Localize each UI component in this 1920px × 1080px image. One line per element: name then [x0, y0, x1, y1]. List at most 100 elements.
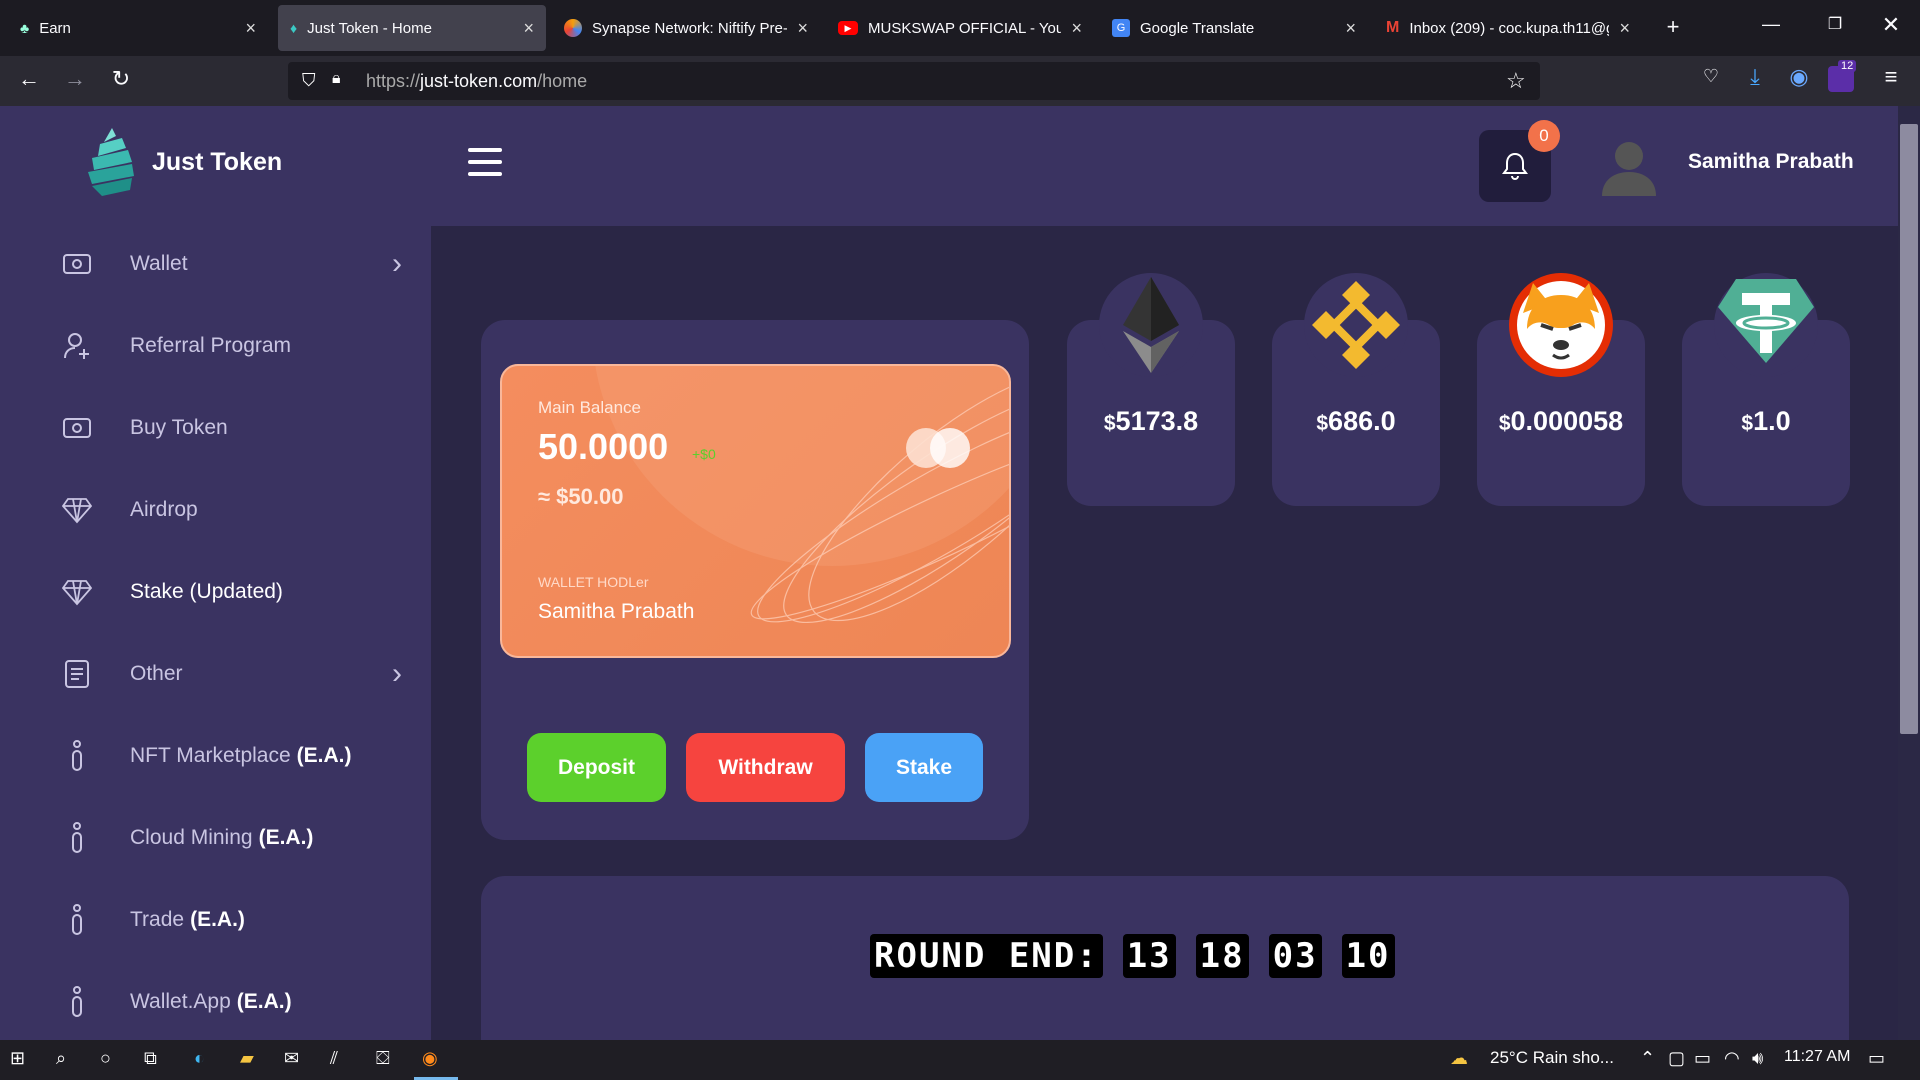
tab-earn[interactable]: ♣ Earn ×	[8, 5, 268, 51]
app-menu-icon[interactable]: ≡	[1876, 64, 1906, 90]
sidebar-item-cloud-mining[interactable]: Cloud Mining (E.A.)	[60, 810, 410, 866]
user-name[interactable]: Samitha Prabath	[1688, 150, 1854, 174]
stake-button[interactable]: Stake	[865, 733, 983, 802]
tab-synapse[interactable]: Synapse Network: Niftify Pre-P ×	[552, 5, 820, 51]
close-tab-icon[interactable]: ×	[523, 18, 534, 39]
close-tab-icon[interactable]: ×	[245, 18, 256, 39]
reload-icon[interactable]: ↻	[106, 66, 136, 92]
countdown-hours: 18	[1195, 934, 1249, 978]
edge-icon[interactable]: ◐	[194, 1048, 205, 1069]
currency-symbol: $	[1498, 412, 1511, 435]
sidebar-item-suffix: (E.A.)	[296, 744, 352, 767]
brand[interactable]: Just Token	[82, 126, 282, 198]
cortana-icon[interactable]: ○	[100, 1048, 111, 1069]
tab-title: Inbox (209) - coc.kupa.th11@g	[1409, 19, 1610, 37]
close-tab-icon[interactable]: ×	[1071, 18, 1082, 39]
battery-icon[interactable]: ▭	[1694, 1048, 1711, 1069]
diamond-icon	[60, 493, 94, 527]
sidebar-item-referral-program[interactable]: Referral Program	[60, 318, 410, 374]
sidebar-item-label: Referral Program	[130, 334, 292, 357]
sidebar-item-label: Stake (Updated)	[130, 580, 283, 603]
bookmark-star-icon[interactable]: ☆	[1506, 68, 1526, 94]
notification-center-icon[interactable]: ▭	[1868, 1048, 1885, 1069]
sidebar-item-other[interactable]: Other ›	[60, 646, 410, 702]
tab-title: Google Translate	[1140, 19, 1255, 37]
avatar[interactable]	[1600, 138, 1658, 196]
url-text: https://just-token.com/home	[366, 71, 587, 92]
mail-icon[interactable]: ✉	[284, 1048, 299, 1069]
usd-value: ≈ $50.00	[538, 484, 624, 509]
deposit-button[interactable]: Deposit	[527, 733, 666, 802]
task-view-icon[interactable]: ⧉	[144, 1048, 157, 1069]
tether-icon	[1714, 273, 1818, 377]
extension-globe-icon[interactable]: ◉	[1784, 64, 1814, 90]
ethereum-icon	[1099, 273, 1203, 377]
sidebar-item-suffix: (E.A.)	[236, 990, 292, 1013]
hamburger-menu-icon[interactable]	[468, 148, 502, 176]
tab-gmail[interactable]: M Inbox (209) - coc.kupa.th11@g ×	[1374, 5, 1642, 51]
forward-icon[interactable]: →	[60, 66, 90, 92]
youtube-favicon-icon: ▶	[838, 21, 858, 35]
extension-icon[interactable]: 12	[1828, 60, 1857, 92]
tray-meet-icon[interactable]: ▢	[1668, 1048, 1685, 1069]
price-value: 5173.8	[1115, 406, 1199, 436]
sidebar-item-buy-token[interactable]: Buy Token	[60, 400, 410, 456]
minimize-icon[interactable]: —	[1756, 14, 1786, 35]
sidebar-item-nft-marketplace[interactable]: NFT Marketplace (E.A.)	[60, 728, 410, 784]
url-bar[interactable]: ⛉ 🔒︎ https://just-token.com/home ☆	[288, 62, 1540, 100]
download-icon[interactable]: ⤓	[1740, 64, 1770, 90]
scrollbar-thumb[interactable]	[1900, 124, 1918, 734]
holder-name: Samitha Prabath	[538, 600, 695, 623]
window-close-icon[interactable]: ✕	[1876, 12, 1906, 38]
sidebar-item-stake-updated[interactable]: Stake (Updated)	[60, 564, 410, 620]
google-translate-favicon-icon: G	[1112, 19, 1130, 37]
shield-icon[interactable]: ⛉	[302, 70, 316, 91]
currency-symbol: $	[1741, 412, 1754, 435]
app-icon[interactable]: ⫽	[330, 1048, 338, 1069]
weather-text[interactable]: 25°C Rain sho...	[1490, 1048, 1614, 1068]
wifi-icon[interactable]: ◠	[1724, 1048, 1740, 1069]
volume-icon[interactable]: 🔊︎	[1752, 1048, 1763, 1069]
windows-start-icon[interactable]: ⊞	[10, 1048, 25, 1069]
just-token-favicon-icon: ♦	[290, 20, 298, 36]
currency-symbol: $	[1103, 412, 1116, 435]
lock-icon[interactable]: 🔒︎	[332, 70, 341, 88]
sidebar-item-wallet-app[interactable]: Wallet.App (E.A.)	[60, 974, 410, 1030]
back-icon[interactable]: ←	[14, 66, 44, 92]
tab-title: Just Token - Home	[307, 19, 432, 37]
price-value: 1.0	[1753, 406, 1791, 436]
info-icon	[60, 739, 94, 773]
restore-icon[interactable]: ❐	[1820, 14, 1850, 34]
store-icon[interactable]: ⛋	[376, 1048, 390, 1069]
tray-expand-icon[interactable]: ⌃	[1640, 1048, 1655, 1069]
sidebar-item-trade[interactable]: Trade (E.A.)	[60, 892, 410, 948]
withdraw-button[interactable]: Withdraw	[686, 733, 845, 802]
clock-time[interactable]: 11:27 AM	[1784, 1048, 1850, 1066]
close-tab-icon[interactable]: ×	[797, 18, 808, 39]
tab-google-translate[interactable]: G Google Translate ×	[1100, 5, 1368, 51]
top-bar	[431, 106, 1898, 226]
coin-price: $1.0	[1682, 406, 1850, 437]
firefox-icon[interactable]: ◉	[422, 1048, 438, 1069]
tab-youtube[interactable]: ▶ MUSKSWAP OFFICIAL - YouTub ×	[826, 5, 1094, 51]
sidebar-item-label: Wallet.App	[130, 990, 231, 1013]
sidebar-item-airdrop[interactable]: Airdrop	[60, 482, 410, 538]
close-tab-icon[interactable]: ×	[1345, 18, 1356, 39]
wallet-icon	[60, 247, 94, 281]
sidebar-item-label: Cloud Mining	[130, 826, 253, 849]
close-tab-icon[interactable]: ×	[1619, 18, 1630, 39]
synapse-favicon-icon	[564, 19, 582, 37]
new-tab-icon[interactable]: +	[1658, 14, 1688, 40]
balance-card: Main Balance 50.0000 +$0 ≈ $50.00 WALLET…	[500, 364, 1011, 658]
tab-title: Earn	[39, 19, 71, 37]
pocket-icon[interactable]: ♡	[1696, 66, 1726, 87]
main-balance-label: Main Balance	[538, 398, 642, 417]
sidebar-item-label: Trade	[130, 908, 185, 931]
weather-icon[interactable]: ☁	[1450, 1048, 1468, 1069]
file-explorer-icon[interactable]: ▰	[240, 1048, 254, 1069]
tab-just-token[interactable]: ♦ Just Token - Home ×	[278, 5, 546, 51]
taskbar-search-icon[interactable]: ⌕	[56, 1048, 66, 1069]
sidebar-item-label: Airdrop	[130, 498, 198, 521]
sidebar-item-wallet[interactable]: Wallet ›	[60, 236, 410, 292]
cash-icon	[60, 411, 94, 445]
